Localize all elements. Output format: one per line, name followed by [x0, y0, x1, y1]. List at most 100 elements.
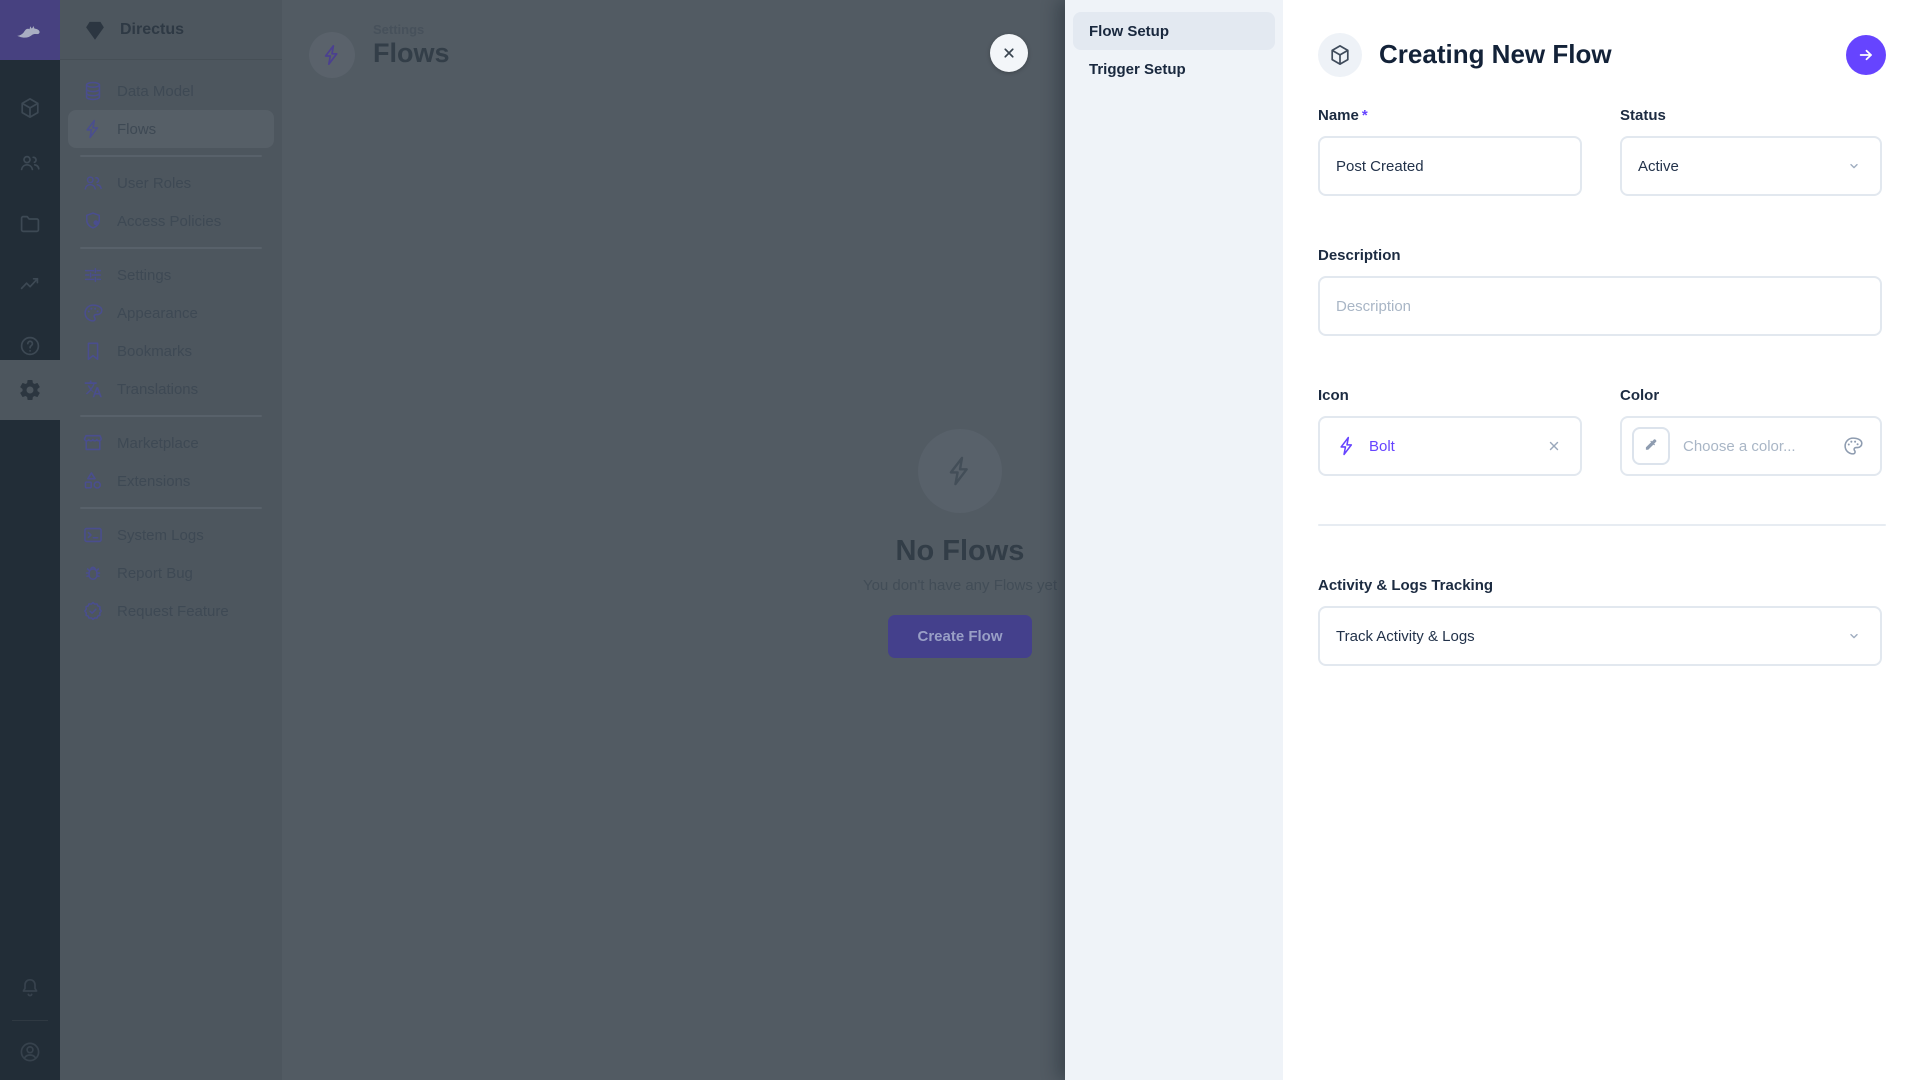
sidebar-item-label: Data Model [117, 83, 194, 100]
icon-value-label: Bolt [1369, 438, 1395, 455]
module-files-button[interactable] [0, 196, 60, 252]
sidebar-item-label: User Roles [117, 175, 191, 192]
sidebar-divider [80, 155, 262, 157]
storefront-icon [82, 432, 104, 454]
clear-icon[interactable] [1544, 436, 1564, 456]
users-icon [18, 151, 42, 175]
drawer-content: Creating New Flow Name* Status Active [1283, 0, 1920, 1080]
drawer-nav-flow-setup[interactable]: Flow Setup [1073, 12, 1275, 50]
sidebar-item-user-roles[interactable]: User Roles [68, 164, 274, 202]
sidebar-item-marketplace[interactable]: Marketplace [68, 424, 274, 462]
eyedropper-icon [1642, 437, 1660, 455]
required-asterisk: * [1362, 107, 1368, 124]
icon-field-group: Icon Bolt [1318, 386, 1582, 476]
sidebar-item-label: Access Policies [117, 213, 221, 230]
module-bar [0, 0, 60, 1080]
account-circle-icon [18, 1040, 42, 1064]
palette-icon [82, 302, 104, 324]
tracking-field-group: Activity & Logs Tracking Track Activity … [1318, 576, 1882, 666]
color-field-group: Color Choose a color... [1620, 386, 1882, 476]
sidebar-item-label: Extensions [117, 473, 190, 490]
next-step-button[interactable] [1846, 35, 1886, 75]
sidebar-item-appearance[interactable]: Appearance [68, 294, 274, 332]
bolt-icon [1336, 435, 1358, 457]
tracking-select[interactable]: Track Activity & Logs [1318, 606, 1882, 666]
sidebar-divider [80, 247, 262, 249]
gem-icon [82, 17, 108, 43]
module-users-button[interactable] [0, 135, 60, 191]
sidebar-item-translations[interactable]: Translations [68, 370, 274, 408]
directus-rabbit-icon [13, 13, 47, 47]
tune-icon [82, 264, 104, 286]
user-menu-button[interactable] [0, 1024, 60, 1080]
module-settings-button[interactable] [0, 360, 60, 420]
arrow-right-icon [1856, 45, 1876, 65]
form-divider [1318, 524, 1886, 526]
icon-select[interactable]: Bolt [1318, 416, 1582, 476]
creating-new-flow-drawer: Flow Setup Trigger Setup Creating New Fl… [1065, 0, 1920, 1080]
page-title: Flows [373, 38, 450, 69]
project-switcher[interactable]: Directus [60, 0, 282, 60]
module-insights-button[interactable] [0, 256, 60, 312]
breadcrumb[interactable]: Settings [373, 22, 424, 37]
gear-icon [18, 378, 42, 402]
description-input[interactable] [1336, 298, 1864, 315]
folder-icon [18, 212, 42, 236]
sidebar-item-label: Settings [117, 267, 171, 284]
sidebar-item-flows[interactable]: Flows [68, 110, 274, 148]
status-field-group: Status Active [1620, 106, 1882, 196]
chevron-down-icon [1844, 626, 1864, 646]
name-field-group: Name* [1318, 106, 1582, 196]
name-input[interactable] [1336, 158, 1564, 175]
name-input-box[interactable] [1318, 136, 1582, 196]
description-label: Description [1318, 246, 1882, 266]
box-icon [1328, 43, 1352, 67]
sidebar-divider [80, 507, 262, 509]
eyedropper-button[interactable] [1632, 427, 1670, 465]
sidebar-item-bookmarks[interactable]: Bookmarks [68, 332, 274, 370]
sidebar-item-label: System Logs [117, 527, 204, 544]
seal-check-icon [82, 600, 104, 622]
sidebar-item-label: Bookmarks [117, 343, 192, 360]
description-field-group: Description [1318, 246, 1882, 336]
module-content-button[interactable] [0, 80, 60, 136]
settings-sidebar: Directus Data Model Flows User Roles [60, 0, 282, 1080]
color-placeholder: Choose a color... [1683, 438, 1842, 455]
bolt-icon [82, 118, 104, 140]
color-input-box[interactable]: Choose a color... [1620, 416, 1882, 476]
drawer-nav-trigger-setup[interactable]: Trigger Setup [1073, 50, 1275, 88]
tracking-label: Activity & Logs Tracking [1318, 576, 1882, 596]
drawer-title: Creating New Flow [1379, 39, 1612, 70]
help-icon [18, 334, 42, 358]
trending-up-icon [18, 272, 42, 296]
sidebar-item-settings[interactable]: Settings [68, 256, 274, 294]
sidebar-item-system-logs[interactable]: System Logs [68, 516, 274, 554]
tracking-value: Track Activity & Logs [1336, 628, 1844, 645]
database-icon [82, 80, 104, 102]
project-name: Directus [120, 21, 184, 39]
module-bar-divider [12, 1020, 48, 1021]
sidebar-item-extensions[interactable]: Extensions [68, 462, 274, 500]
notifications-button[interactable] [0, 960, 60, 1016]
empty-state-icon-circle [918, 429, 1002, 513]
translate-icon [82, 378, 104, 400]
page-title-icon-circle[interactable] [309, 32, 355, 78]
drawer-close-button[interactable] [990, 34, 1028, 72]
close-icon [999, 43, 1019, 63]
sidebar-item-report-bug[interactable]: Report Bug [68, 554, 274, 592]
users-icon [82, 172, 104, 194]
palette-icon[interactable] [1842, 435, 1864, 457]
sidebar-item-access-policies[interactable]: Access Policies [68, 202, 274, 240]
sidebar-item-request-feature[interactable]: Request Feature [68, 592, 274, 630]
sidebar-item-label: Report Bug [117, 565, 193, 582]
sidebar-nav: Data Model Flows User Roles Access Polic [60, 60, 282, 630]
box-icon [18, 96, 42, 120]
directus-app: Directus Data Model Flows User Roles [0, 0, 1920, 1080]
directus-logo-button[interactable] [0, 0, 60, 60]
create-flow-button[interactable]: Create Flow [888, 615, 1032, 658]
drawer-title-icon-circle [1318, 33, 1362, 77]
bell-icon [18, 976, 42, 1000]
status-select[interactable]: Active [1620, 136, 1882, 196]
sidebar-item-data-model[interactable]: Data Model [68, 72, 274, 110]
description-input-box[interactable] [1318, 276, 1882, 336]
